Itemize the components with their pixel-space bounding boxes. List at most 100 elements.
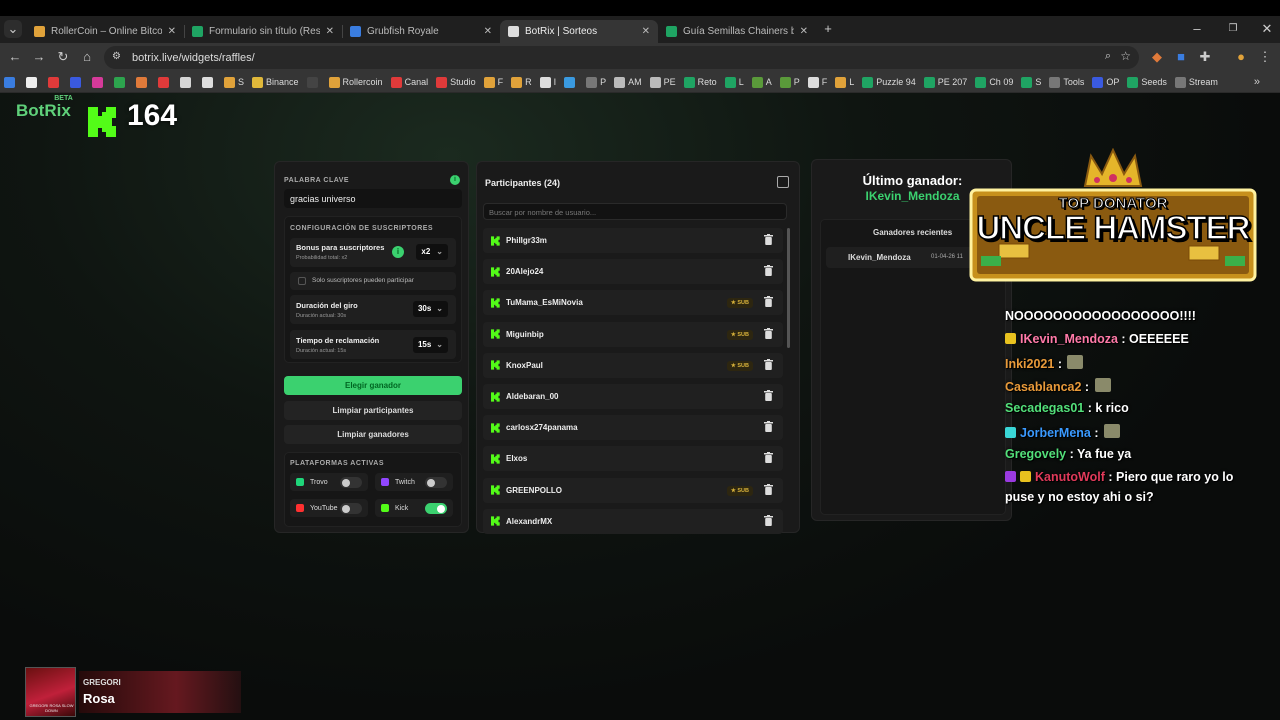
bookmark-item[interactable]: S (224, 76, 244, 88)
trash-icon[interactable] (764, 234, 773, 245)
only-subs-checkbox[interactable] (298, 277, 306, 285)
beta-tag: BETA (54, 95, 73, 102)
trash-icon[interactable] (764, 483, 773, 495)
bookmark-item[interactable]: PE (649, 76, 676, 88)
platform-toggle[interactable] (340, 477, 362, 488)
tab-close-icon[interactable]: ✕ (168, 26, 176, 37)
back-icon[interactable]: ← (6, 48, 24, 66)
bookmark-item[interactable] (136, 76, 150, 88)
bonus-info-icon[interactable]: i (392, 246, 404, 258)
menu-icon[interactable]: ⋮ (1256, 48, 1274, 66)
bookmark-item[interactable] (158, 76, 172, 88)
chat-text: : k rico (1087, 401, 1129, 415)
bookmark-item[interactable]: I (539, 76, 556, 88)
bookmark-item[interactable] (180, 76, 194, 88)
bookmark-item[interactable]: Ch 09 (975, 76, 1013, 88)
site-info-icon[interactable]: ⚙ (112, 51, 121, 62)
bookmark-item[interactable]: A (751, 76, 772, 88)
bookmark-item[interactable]: L (835, 76, 854, 88)
clear-participants-button[interactable]: Limpiar participantes (284, 401, 462, 420)
pick-winner-button[interactable]: Elegir ganador (284, 376, 462, 395)
extension-fox-icon[interactable]: ◆ (1148, 48, 1166, 66)
bookmark-item[interactable]: Seeds (1127, 76, 1167, 88)
bookmark-star-icon[interactable]: ☆ (1120, 49, 1131, 63)
bookmark-item[interactable]: Studio (436, 76, 476, 88)
address-bar[interactable]: ⚙ botrix.live/widgets/raffles/ ⌕ ☆ (104, 46, 1139, 69)
trash-icon[interactable] (764, 358, 773, 370)
home-icon[interactable]: ⌂ (78, 48, 96, 66)
bookmark-item[interactable]: F (483, 76, 503, 88)
bookmark-item[interactable]: AM (614, 76, 642, 88)
platform-toggle[interactable] (425, 503, 447, 514)
close-window-icon[interactable]: ✕ (1258, 20, 1276, 38)
bookmark-icon (483, 76, 495, 88)
extension-shield-icon[interactable]: ■ (1172, 48, 1190, 66)
restore-icon[interactable]: ❐ (1224, 20, 1242, 38)
tab-1[interactable]: Formulario sin título (Respuest ✕ (184, 20, 342, 43)
trash-icon[interactable] (764, 265, 773, 277)
tab-4[interactable]: Guía Semillas Chainers by Pier ✕ (658, 20, 816, 43)
scrollbar[interactable] (787, 228, 790, 348)
bookmark-item[interactable]: R (511, 76, 532, 88)
bookmark-item[interactable]: Tools (1049, 76, 1084, 88)
bookmark-item[interactable]: OP (1092, 76, 1119, 88)
bookmark-item[interactable]: Stream (1174, 76, 1218, 88)
bookmark-item[interactable]: L (724, 76, 744, 88)
bookmark-item[interactable] (564, 76, 578, 88)
tab-3[interactable]: BotRix | Sorteos ✕ (500, 20, 658, 43)
claim-select[interactable]: 15s ⌄ (412, 337, 448, 353)
bookmark-item[interactable]: S (1021, 76, 1041, 88)
platform-toggle[interactable] (340, 503, 362, 514)
reload-icon[interactable]: ↻ (54, 48, 72, 66)
bookmark-item[interactable]: Canal (390, 76, 428, 88)
minimize-icon[interactable]: – (1188, 20, 1206, 38)
claim-time-row: Tiempo de reclamación Duración actual: 1… (290, 330, 456, 359)
forward-icon[interactable]: → (30, 48, 48, 66)
emote-icon (1094, 378, 1111, 392)
bookmark-item[interactable] (26, 76, 40, 88)
trash-icon[interactable] (764, 296, 773, 308)
tab-2[interactable]: Grubfish Royale ✕ (342, 20, 500, 43)
keyword-input[interactable]: gracias universo (284, 189, 462, 208)
only-subs-checkbox-row[interactable]: Solo suscriptores pueden participar (290, 272, 456, 290)
clear-winners-button[interactable]: Limpiar ganadores (284, 425, 462, 444)
trash-icon[interactable] (764, 514, 773, 526)
profile-avatar[interactable]: ● (1232, 48, 1250, 66)
trash-icon[interactable] (764, 390, 773, 401)
chat-message: KanutoWolf : Piero que raro yo lo (1005, 470, 1233, 484)
info-icon[interactable]: i (450, 175, 460, 185)
bookmark-item[interactable] (306, 76, 321, 88)
extensions-icon[interactable]: ✚ (1196, 48, 1214, 66)
trash-icon[interactable] (764, 421, 773, 433)
bookmark-item[interactable] (92, 76, 106, 88)
trash-icon[interactable] (764, 452, 773, 464)
tab-search-icon[interactable]: ⌄ (4, 20, 22, 38)
bookmark-item[interactable]: PE 207 (923, 76, 967, 88)
bookmarks-overflow-icon[interactable]: » (1254, 76, 1260, 88)
copy-icon[interactable] (777, 176, 789, 188)
participant-search-input[interactable]: Buscar por nombre de usuario... (483, 203, 787, 220)
tab-close-icon[interactable]: ✕ (326, 26, 334, 37)
zoom-icon[interactable]: ⌕ (1105, 50, 1111, 63)
bookmark-item[interactable]: Puzzle 94 (862, 76, 916, 88)
new-tab-button[interactable]: + (819, 20, 837, 38)
bookmark-item[interactable] (4, 76, 18, 88)
bookmark-item[interactable]: Binance (252, 76, 299, 88)
spin-select[interactable]: 30s ⌄ (412, 301, 448, 317)
bookmark-item[interactable] (48, 76, 62, 88)
tab-0[interactable]: RollerCoin – Online Bitcoin Mi ✕ (26, 20, 184, 43)
bookmark-item[interactable]: Rollercoin (328, 76, 383, 88)
trash-icon[interactable] (764, 327, 773, 339)
bookmark-item[interactable] (202, 76, 216, 88)
bookmark-item[interactable] (70, 76, 84, 88)
tab-close-icon[interactable]: ✕ (800, 26, 808, 37)
bookmark-item[interactable] (114, 76, 128, 88)
platform-toggle[interactable] (425, 477, 447, 488)
bookmark-item[interactable]: P (586, 76, 606, 88)
bonus-select[interactable]: x2 ⌄ (416, 244, 448, 260)
tab-close-icon[interactable]: ✕ (642, 26, 650, 37)
tab-close-icon[interactable]: ✕ (484, 26, 492, 37)
bookmark-item[interactable]: Reto (683, 76, 717, 88)
bookmark-item[interactable]: F (807, 76, 827, 88)
bookmark-item[interactable]: P (779, 76, 800, 88)
